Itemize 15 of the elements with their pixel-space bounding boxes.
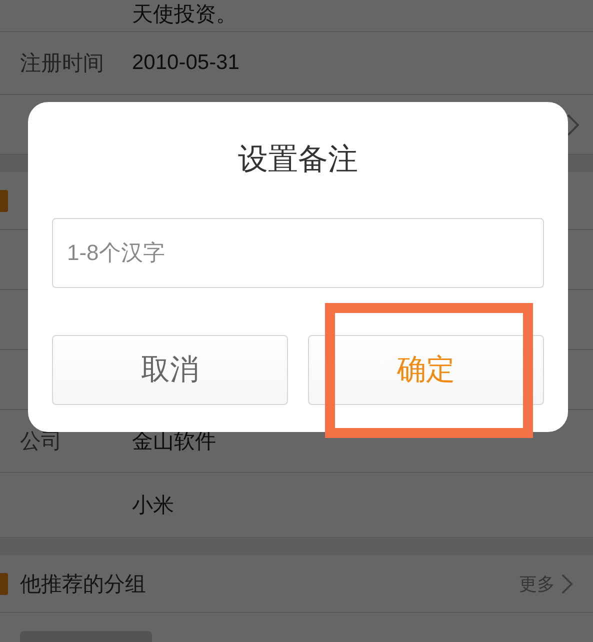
section-title: 他推荐的分组: [20, 572, 147, 598]
cancel-button[interactable]: 取消: [52, 335, 288, 405]
chevron-right-icon: [567, 114, 579, 136]
dialog-title: 设置备注: [237, 142, 359, 178]
description-text: 天使投资。: [132, 2, 237, 28]
field-label: 注册时间: [20, 52, 104, 75]
section-marker: [0, 190, 8, 212]
remark-input[interactable]: 1-8个汉字: [52, 218, 544, 288]
field-value: 金山软件: [132, 429, 216, 455]
field-value: 2010-05-31: [132, 51, 240, 75]
confirm-button[interactable]: 确定: [308, 335, 544, 405]
section-marker: [0, 572, 8, 594]
field-value: 小米: [132, 493, 174, 519]
field-label: 公司: [20, 430, 62, 453]
chevron-right-icon: [561, 574, 573, 594]
